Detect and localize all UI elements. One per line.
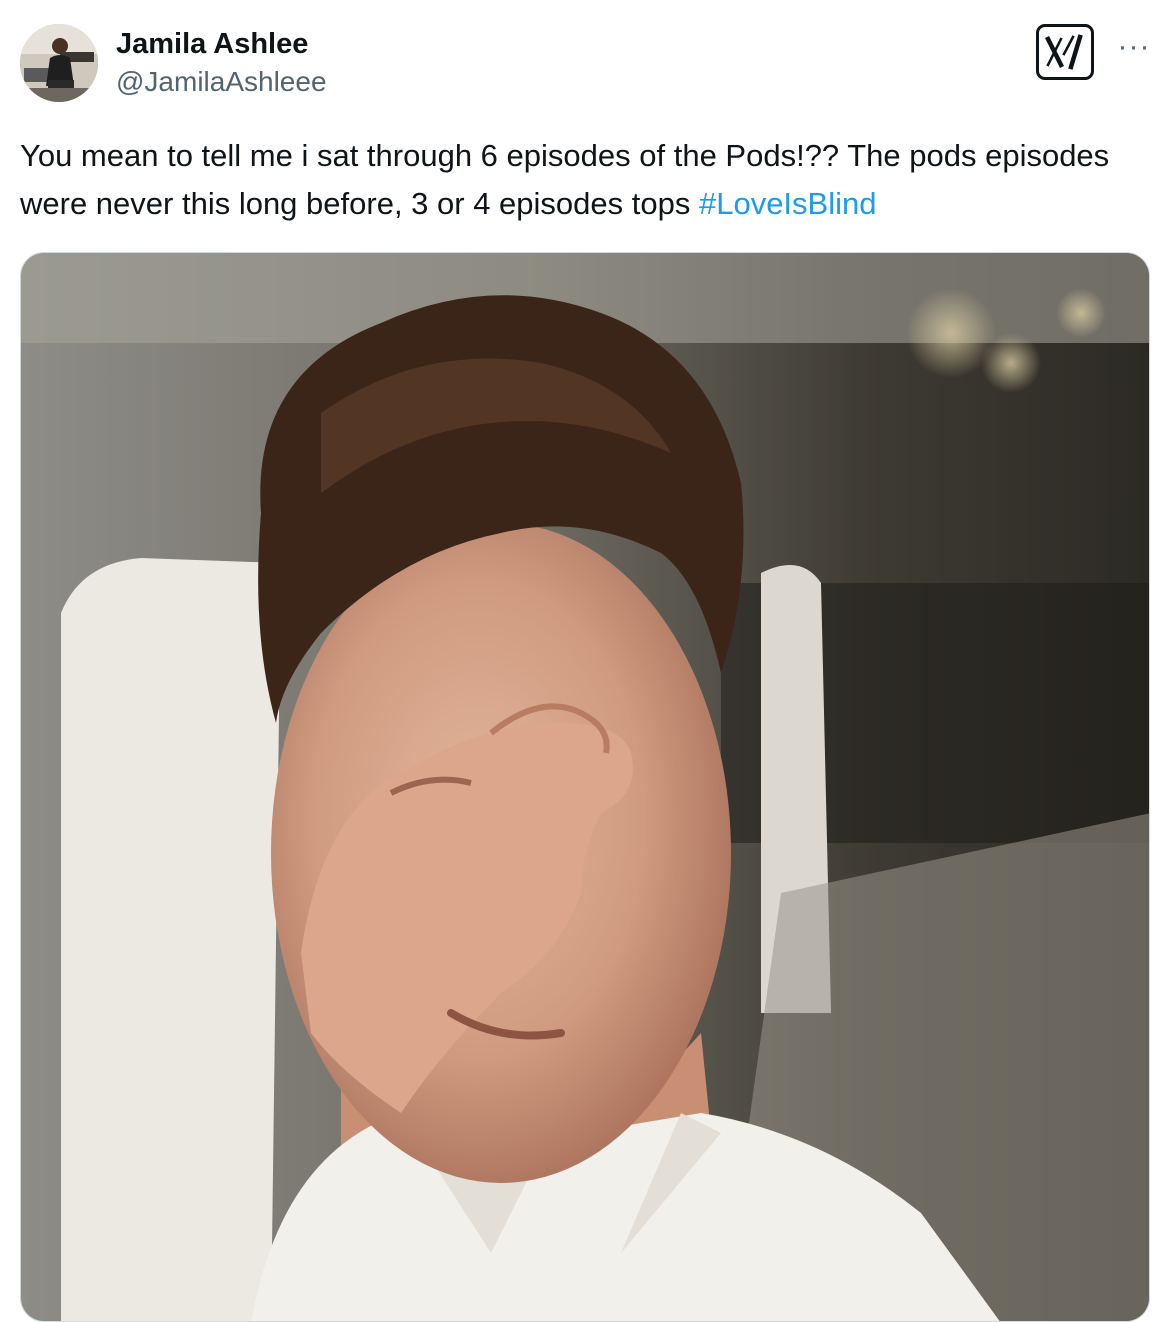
x-logo-icon[interactable] <box>1036 24 1094 80</box>
hashtag-link[interactable]: #LoveIsBlind <box>699 186 877 221</box>
photo-icon <box>21 253 1149 1321</box>
x-glyph-icon <box>1045 34 1083 70</box>
more-options-icon[interactable]: ··· <box>1114 32 1154 62</box>
tweet-text: You mean to tell me i sat through 6 epis… <box>20 132 1150 228</box>
tweet-header: Jamila Ashlee @JamilaAshleee ··· <box>20 24 1150 106</box>
author-handle[interactable]: @JamilaAshleee <box>116 64 327 100</box>
author-info: Jamila Ashlee @JamilaAshleee <box>116 26 327 100</box>
avatar-photo-icon <box>20 24 98 102</box>
tweet-media-image[interactable] <box>20 252 1150 1322</box>
tweet: Jamila Ashlee @JamilaAshleee ··· You mea… <box>0 0 1164 1322</box>
author-display-name[interactable]: Jamila Ashlee <box>116 26 327 62</box>
user-avatar[interactable] <box>20 24 98 102</box>
tweet-body: You mean to tell me i sat through 6 epis… <box>20 138 1110 221</box>
